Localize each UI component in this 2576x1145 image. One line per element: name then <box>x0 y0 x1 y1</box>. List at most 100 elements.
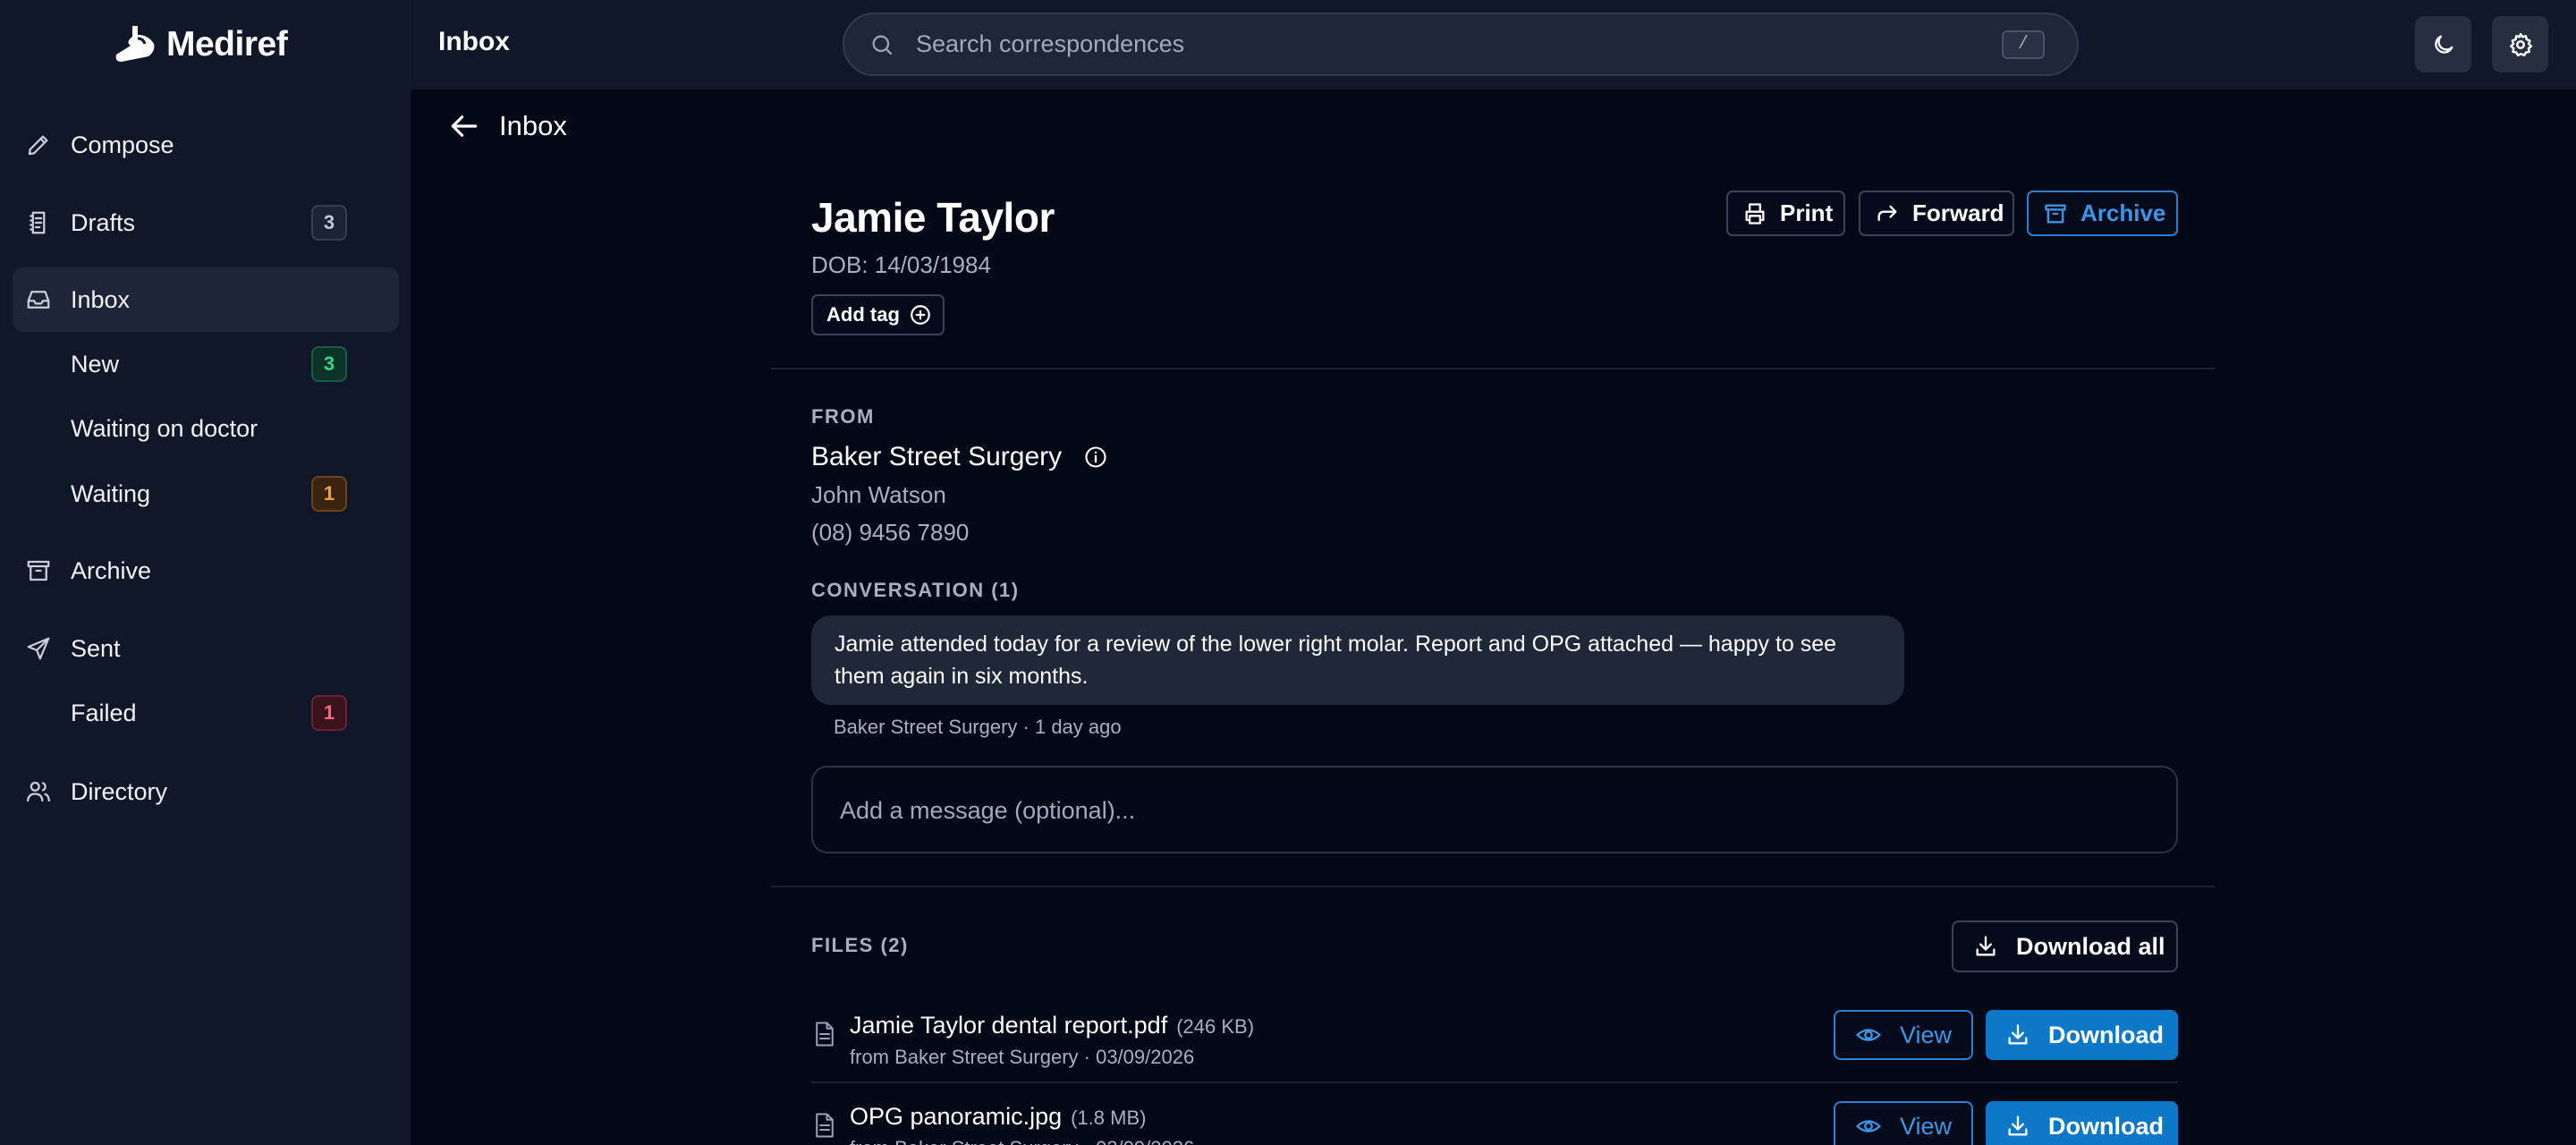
reply-input[interactable] <box>840 793 2137 828</box>
download-label: Download <box>2048 1112 2164 1140</box>
sidebar: Mediref Compose Drafts 3 Inbox New 3 Wai… <box>0 0 411 1145</box>
forward-label: Forward <box>1912 199 2004 226</box>
file-name-text: OPG panoramic.jpg <box>850 1103 1063 1130</box>
eye-icon <box>1855 1113 1882 1140</box>
message-meta: Baker Street Surgery · 1 day ago <box>834 716 1122 738</box>
drafts-icon <box>25 209 52 236</box>
archive-box-icon <box>2043 201 2068 226</box>
add-tag-label: Add tag <box>826 303 900 326</box>
sidebar-item-archive[interactable]: Archive <box>13 539 399 603</box>
search-input[interactable] <box>916 26 1945 63</box>
sidebar-item-label: Waiting on doctor <box>71 414 258 442</box>
download-file-button[interactable]: Download <box>1986 1010 2178 1060</box>
forward-button[interactable]: Forward <box>1859 191 2014 236</box>
sidebar-item-label: Waiting <box>71 479 151 507</box>
file-icon <box>813 1021 836 1047</box>
back-to-inbox-link[interactable]: Inbox <box>447 109 567 143</box>
view-label: View <box>1900 1112 1953 1140</box>
patient-name: Jamie Taylor <box>811 194 1055 241</box>
logo-icon <box>115 26 155 62</box>
file-size: (1.8 MB) <box>1071 1107 1147 1129</box>
view-label: View <box>1900 1021 1953 1048</box>
drafts-count-badge: 3 <box>311 205 347 241</box>
practice-name: Baker Street Surgery <box>811 442 1063 471</box>
from-doctor: John Watson <box>811 481 946 508</box>
moon-icon <box>2431 32 2456 57</box>
sidebar-item-inbox[interactable]: Inbox <box>13 267 399 332</box>
search-icon <box>869 32 894 57</box>
info-icon[interactable] <box>1083 445 1108 470</box>
download-icon <box>2005 1114 2030 1139</box>
from-practice: Baker Street Surgery <box>811 442 1108 472</box>
print-button[interactable]: Print <box>1726 191 1845 236</box>
theme-toggle-button[interactable] <box>2415 16 2471 72</box>
settings-button[interactable] <box>2492 16 2548 72</box>
view-file-button[interactable]: View <box>1834 1101 1973 1145</box>
divider <box>771 886 2215 887</box>
arrow-left-icon <box>447 109 481 143</box>
sidebar-item-label: New <box>71 350 120 377</box>
sidebar-item-waiting-on-doctor[interactable]: Waiting on doctor <box>13 396 399 461</box>
search-shortcut-hint: / <box>2002 30 2045 59</box>
file-name-text: Jamie Taylor dental report.pdf <box>850 1012 1168 1039</box>
new-count-badge: 3 <box>311 346 347 382</box>
file-row: Jamie Taylor dental report.pdf (246 KB) f… <box>811 1008 2178 1089</box>
file-name: OPG panoramic.jpg (1.8 MB) <box>850 1103 1146 1131</box>
pencil-icon <box>25 131 52 158</box>
file-source: from Baker Street Surgery · 03/09/2026 <box>850 1137 1194 1145</box>
archive-icon <box>25 557 52 584</box>
failed-count-badge: 1 <box>311 695 347 731</box>
inbox-icon <box>25 286 52 313</box>
sidebar-item-compose[interactable]: Compose <box>13 113 399 177</box>
sidebar-item-sent[interactable]: Sent <box>13 616 399 681</box>
message-bubble: Jamie attended today for a review of the… <box>811 615 1904 705</box>
sidebar-item-label: Directory <box>71 777 168 805</box>
from-phone: (08) 9456 7890 <box>811 519 970 546</box>
download-icon <box>2005 1022 2030 1047</box>
divider <box>811 1081 2178 1083</box>
file-row: OPG panoramic.jpg (1.8 MB) from Baker Str… <box>811 1099 2178 1145</box>
view-file-button[interactable]: View <box>1834 1010 1973 1060</box>
files-label: FILES (2) <box>811 934 909 956</box>
plus-circle-icon <box>909 303 932 327</box>
conversation-label: CONVERSATION (1) <box>811 579 1020 601</box>
download-file-button[interactable]: Download <box>1986 1101 2178 1145</box>
sidebar-item-label: Inbox <box>71 285 131 313</box>
reply-box[interactable] <box>811 766 2178 853</box>
sidebar-item-drafts[interactable]: Drafts 3 <box>13 191 399 255</box>
printer-icon <box>1742 201 1767 226</box>
waiting-count-badge: 1 <box>311 476 347 512</box>
mediref-logo[interactable]: Mediref <box>113 16 288 73</box>
back-label: Inbox <box>499 110 567 141</box>
send-icon <box>25 635 52 662</box>
from-label: FROM <box>811 405 875 428</box>
add-tag-button[interactable]: Add tag <box>811 294 945 335</box>
eye-icon <box>1855 1022 1882 1048</box>
patient-dob: DOB: 14/03/1984 <box>811 251 991 278</box>
sidebar-item-label: Archive <box>71 556 152 584</box>
search-bar[interactable]: / <box>843 13 2079 76</box>
print-label: Print <box>1780 199 1834 226</box>
sidebar-item-waiting[interactable]: Waiting 1 <box>13 462 399 526</box>
archive-label: Archive <box>2080 199 2166 226</box>
file-icon <box>813 1112 836 1139</box>
file-size: (246 KB) <box>1176 1015 1255 1038</box>
sidebar-item-label: Drafts <box>71 208 136 236</box>
page-title: Inbox <box>438 27 510 56</box>
forward-arrow-icon <box>1875 201 1900 226</box>
sidebar-item-label: Compose <box>71 131 174 158</box>
download-all-button[interactable]: Download all <box>1952 920 2178 972</box>
sidebar-item-failed[interactable]: Failed 1 <box>13 681 399 745</box>
archive-button[interactable]: Archive <box>2027 191 2178 236</box>
gear-icon <box>2507 31 2534 58</box>
sidebar-item-new[interactable]: New 3 <box>13 332 399 396</box>
download-all-label: Download all <box>2016 932 2165 960</box>
sidebar-item-label: Sent <box>71 634 121 662</box>
users-icon <box>25 778 52 805</box>
file-name: Jamie Taylor dental report.pdf (246 KB) <box>850 1012 1254 1039</box>
sidebar-item-label: Failed <box>71 699 137 726</box>
download-icon <box>1973 934 1998 959</box>
file-source: from Baker Street Surgery · 03/09/2026 <box>850 1046 1195 1068</box>
logo-text: Mediref <box>166 25 288 64</box>
sidebar-item-directory[interactable]: Directory <box>13 759 399 824</box>
